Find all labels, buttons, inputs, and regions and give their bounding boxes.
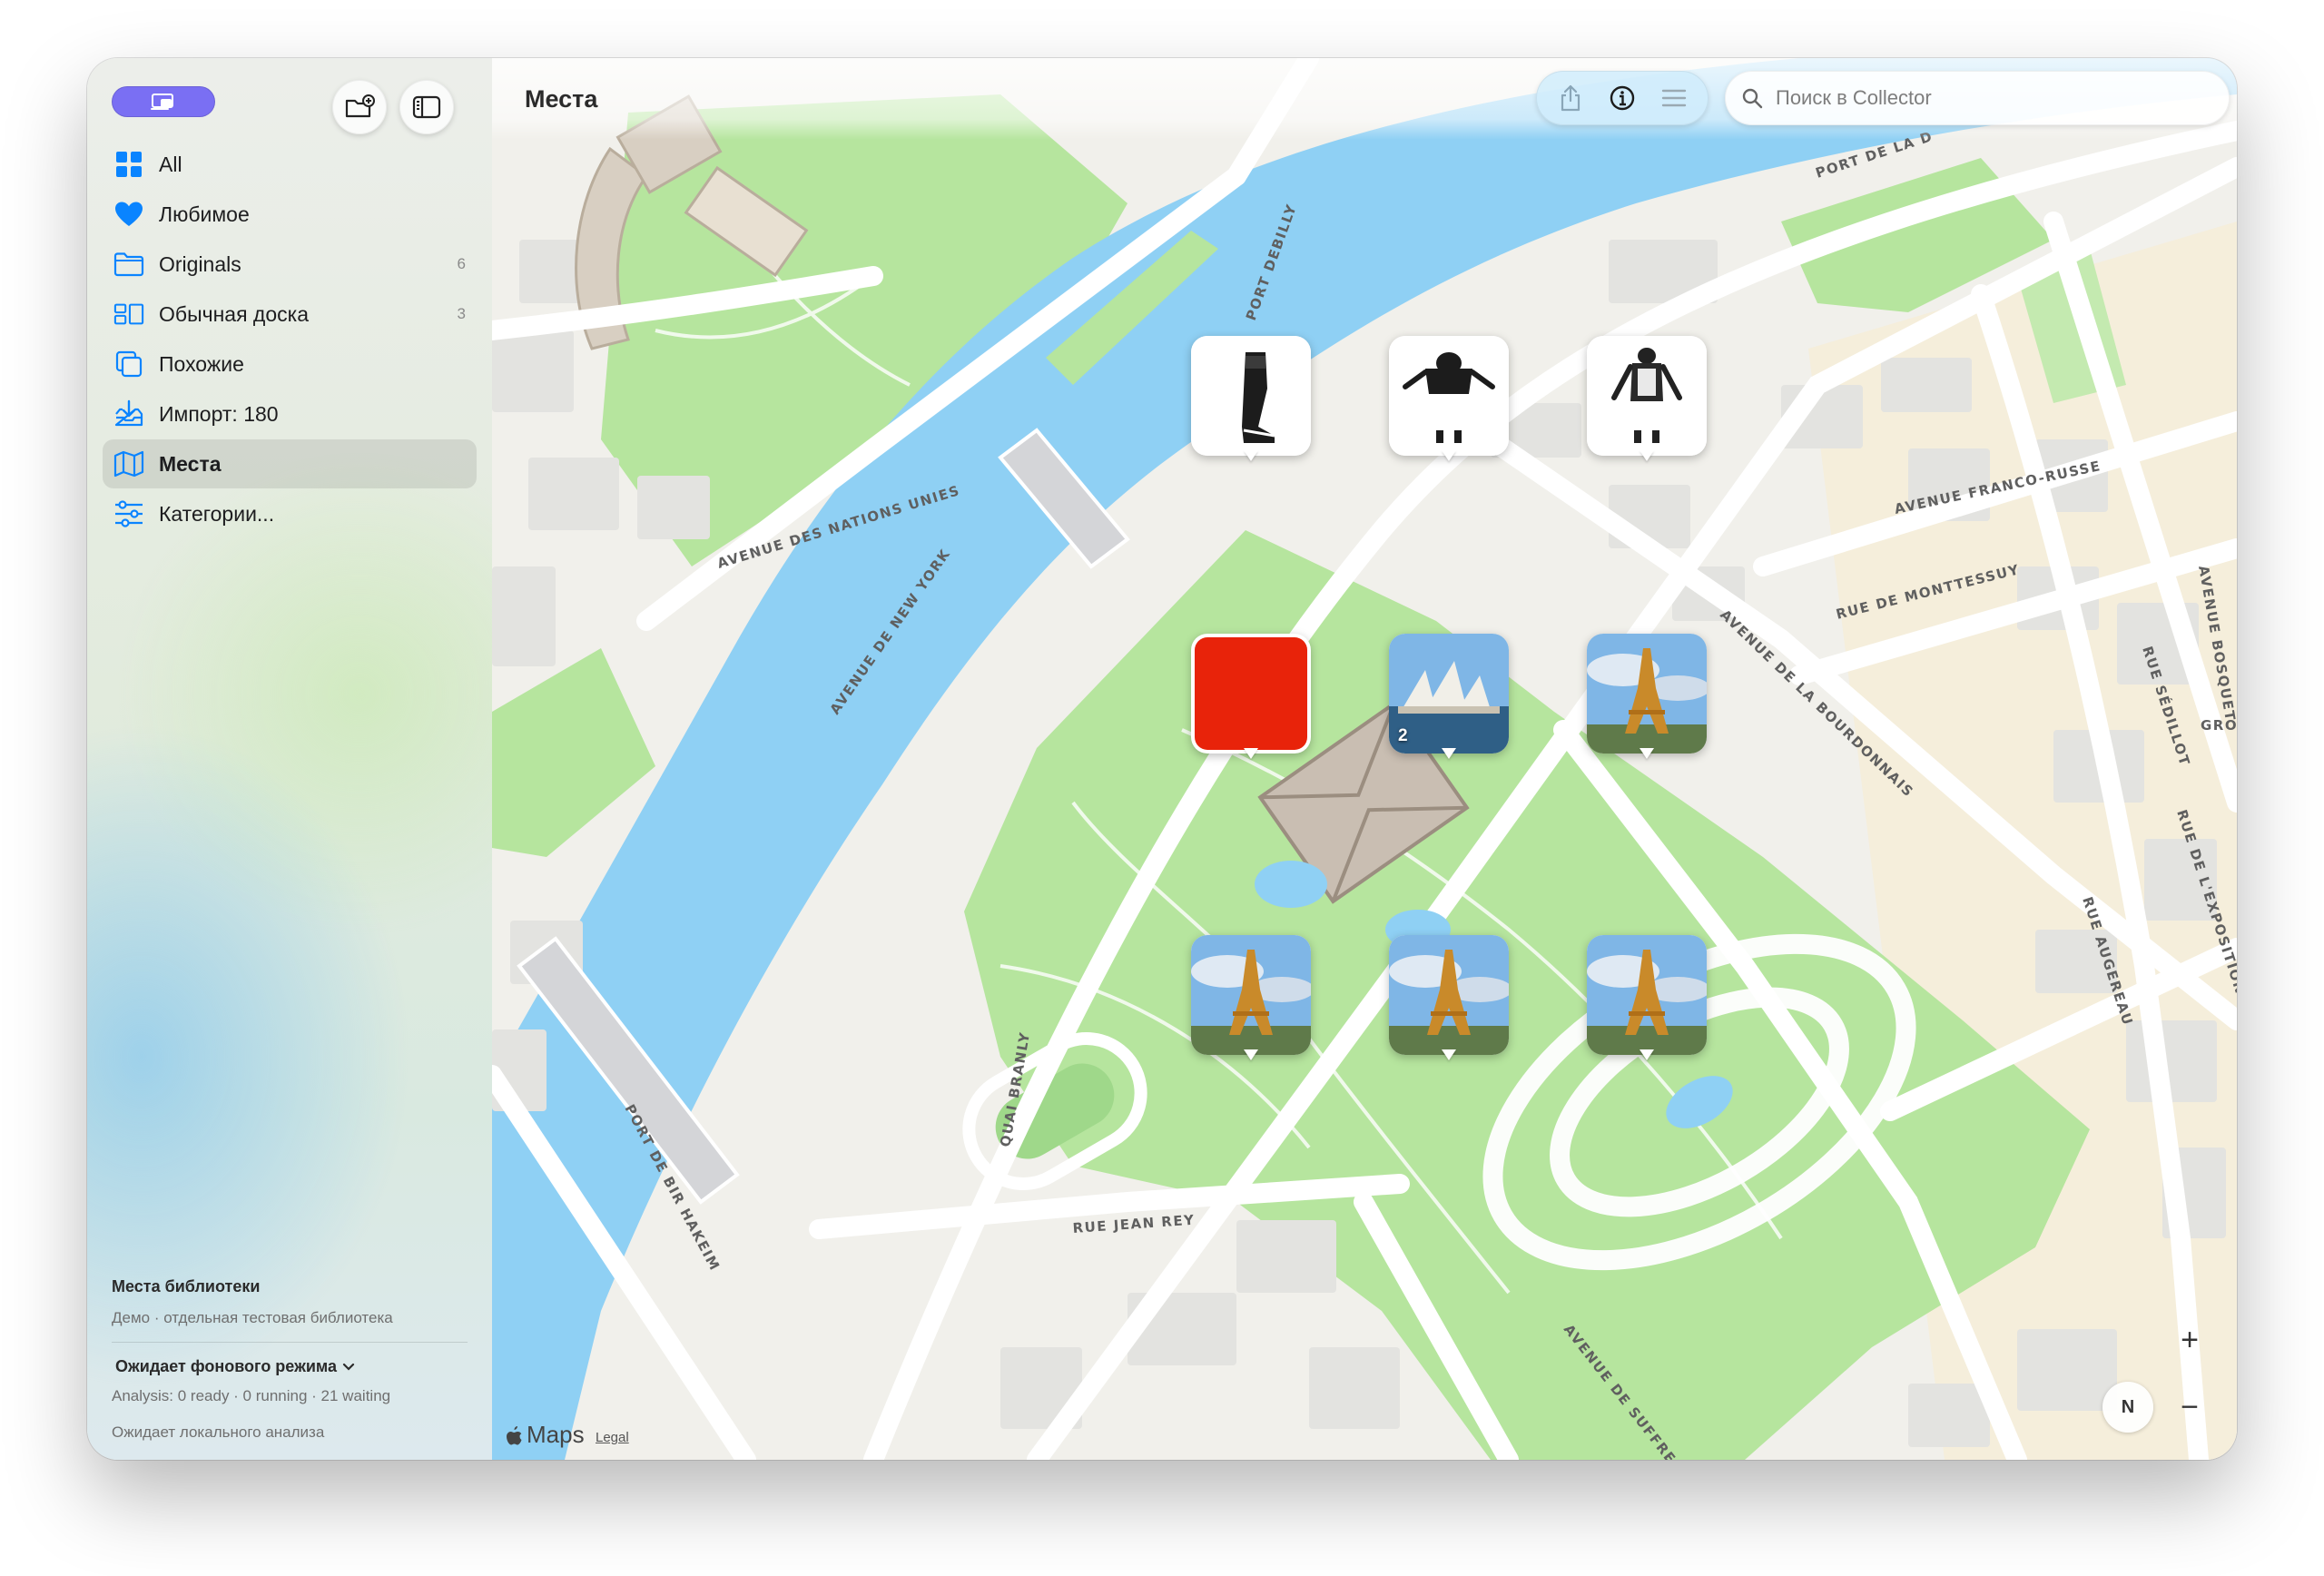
photo-pin-eiffel-2[interactable] [1191, 935, 1311, 1060]
sidebar-item-label: Любимое [159, 202, 250, 226]
share-button[interactable] [1548, 75, 1593, 121]
sidebar-icon [412, 95, 441, 119]
map-canvas: AVENUE DES NATIONS UNIES AVENUE DE NEW Y… [492, 58, 2237, 1460]
zoom-in-button[interactable]: + [2164, 1315, 2215, 1365]
sidebar-item-board[interactable]: Обычная доска 3 [103, 290, 477, 339]
toolbar-button-group [1536, 71, 1709, 125]
sidebar-toolbar [87, 80, 492, 134]
sidebar-item-all[interactable]: All [103, 140, 477, 189]
background-status-label: Ожидает фонового режима [115, 1357, 337, 1375]
board-icon [113, 299, 144, 330]
info-button[interactable] [1600, 75, 1645, 121]
photo-pin-eiffel-4[interactable] [1587, 935, 1707, 1060]
apple-logo-icon [507, 1425, 522, 1444]
stack-icon [113, 349, 144, 379]
app-window: All Любимое Originals 6 Обычная доска 3 … [87, 58, 2237, 1460]
sidebar-item-import[interactable]: Импорт: 180 [103, 389, 477, 438]
folder-icon [113, 249, 144, 280]
photo-pin-eiffel-3[interactable] [1389, 935, 1509, 1060]
chevron-down-icon [342, 1363, 355, 1371]
compass-button[interactable]: N [2102, 1382, 2153, 1433]
sidebar-item-similar[interactable]: Похожие [103, 340, 477, 389]
sidebar-item-label: Категории... [159, 501, 275, 526]
photo-pin-sneaker[interactable] [1191, 336, 1311, 461]
share-icon [1561, 84, 1581, 112]
sidebar-item-categories[interactable]: Категории... [103, 489, 477, 538]
background-status-menu[interactable]: Ожидает фонового режима [112, 1357, 468, 1376]
new-folder-button[interactable] [332, 80, 387, 134]
heart-icon [113, 199, 144, 230]
library-switcher-button[interactable] [112, 86, 215, 117]
page-title: Места [525, 85, 598, 113]
library-title: Места библиотеки [112, 1277, 261, 1295]
pin-count-badge: 2 [1398, 726, 1408, 745]
photo-pin-opera-house[interactable]: 2 [1389, 634, 1509, 759]
analysis-status: Analysis: 0 ready · 0 running · 21 waiti… [112, 1387, 391, 1404]
folder-plus-icon [345, 94, 375, 118]
sidebar-item-count: 6 [457, 255, 466, 272]
library-icon [151, 94, 173, 110]
info-icon [1610, 85, 1635, 111]
photo-pin-red[interactable] [1191, 634, 1311, 759]
grid-icon [113, 149, 144, 180]
map-view[interactable]: AVENUE DES NATIONS UNIES AVENUE DE NEW Y… [492, 58, 2237, 1460]
main-content: AVENUE DES NATIONS UNIES AVENUE DE NEW Y… [492, 58, 2237, 1460]
import-tray-icon [113, 399, 144, 429]
photo-pin-figure-light[interactable] [1587, 336, 1707, 461]
search-field[interactable] [1725, 71, 2230, 125]
map-icon [113, 448, 144, 479]
sidebar-item-label: Похожие [159, 351, 244, 376]
zoom-controls: + − [2164, 1315, 2215, 1433]
sidebar-item-originals[interactable]: Originals 6 [103, 240, 477, 289]
sidebar-item-label: Originals [159, 251, 241, 276]
footer-divider [112, 1342, 468, 1343]
toggle-sidebar-button[interactable] [399, 80, 454, 134]
main-toolbar: Места [492, 58, 2237, 140]
local-analysis-status: Ожидает локального анализа [112, 1423, 325, 1441]
zoom-out-button[interactable]: − [2164, 1382, 2215, 1433]
photo-pin-eiffel-1[interactable] [1587, 634, 1707, 759]
legal-link[interactable]: Legal [596, 1430, 629, 1445]
sidebar-item-label: Обычная доска [159, 301, 309, 326]
sidebar-item-label: All [159, 152, 182, 176]
compass-north-label: N [2121, 1396, 2135, 1417]
sidebar-item-places[interactable]: Места [103, 439, 477, 488]
sort-button[interactable] [1651, 75, 1697, 121]
street-label: GROS [2201, 717, 2237, 734]
list-icon [1661, 89, 1686, 107]
sidebar-item-favorites[interactable]: Любимое [103, 190, 477, 239]
photo-pin-figure-dark[interactable] [1389, 336, 1509, 461]
library-subtitle: Демо · отдельная тестовая библиотека [112, 1309, 393, 1326]
search-icon [1742, 88, 1763, 109]
search-input[interactable] [1774, 85, 2195, 111]
sliders-icon [113, 498, 144, 529]
maps-attribution: Maps [505, 1421, 585, 1449]
sidebar-item-label: Импорт: 180 [159, 401, 279, 426]
sidebar-footer: Места библиотеки Демо · отдельная тестов… [112, 1277, 468, 1442]
sidebar-item-count: 3 [457, 305, 466, 322]
maps-wordmark: Maps [527, 1421, 585, 1448]
sidebar-nav: All Любимое Originals 6 Обычная доска 3 … [103, 140, 477, 539]
sidebar: All Любимое Originals 6 Обычная доска 3 … [87, 58, 493, 1460]
sidebar-item-label: Места [159, 451, 222, 476]
